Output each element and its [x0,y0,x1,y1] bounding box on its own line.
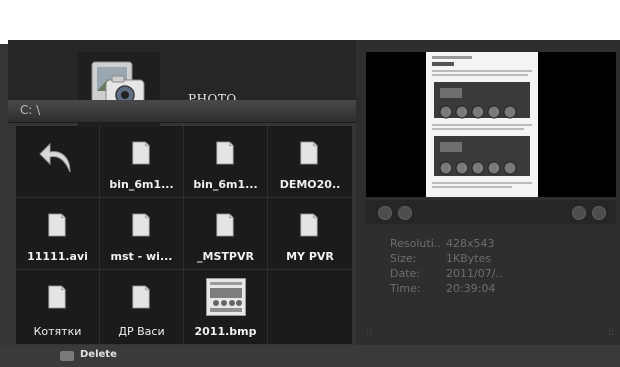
list-item[interactable]: bin_6m1... [100,126,184,198]
file-info: Resoluti.. 428x543 Size: 1KBytes Date: 2011… [390,236,502,296]
rewind-button[interactable] [398,206,412,220]
item-label: ДР Васи [118,325,165,338]
list-item[interactable]: mst - wi... [100,198,184,270]
time-label: Time: [390,282,421,295]
corner-marker-left: :: [366,328,373,338]
current-path: C: \ [20,103,41,117]
folder-icon [132,141,150,165]
date-label: Date: [390,267,420,280]
image-thumbnail-icon [207,279,245,315]
image-thumbnail [206,278,246,316]
item-label: bin_6m1... [109,178,174,191]
list-item[interactable]: Котятки [16,270,100,344]
size-value: 1KBytes [446,252,492,265]
delete-button[interactable]: Delete [80,349,117,360]
empty-cell [268,270,352,344]
folder-icon [132,213,150,237]
preview-document [426,52,538,197]
time-value: 20:39:04 [446,282,496,295]
corner-marker-right: :: [608,328,615,338]
prev-button[interactable] [378,206,392,220]
list-item[interactable]: 11111.avi [16,198,100,270]
top-banner [0,0,620,44]
folder-icon [48,285,66,309]
item-label: _MSTPVR [197,250,254,263]
resolution-value: 428x543 [446,237,495,250]
list-item[interactable]: bin_6m1... [184,126,268,198]
folder-icon [132,285,150,309]
item-label: mst - wi... [110,250,173,263]
media-browser-screen: PHOTO C: \ bin_6m1... bin_6m1... DEMO20.… [0,0,620,367]
list-item[interactable]: MY PVR [268,198,352,270]
folder-icon [300,213,318,237]
item-label: 11111.avi [27,250,88,263]
preview-image [366,52,616,197]
list-item[interactable]: DEMO20.. [268,126,352,198]
item-label: bin_6m1... [193,178,258,191]
resolution-label: Resoluti.. [390,237,441,250]
folder-icon [300,141,318,165]
preview-controls [366,200,616,224]
list-item[interactable]: _MSTPVR [184,198,268,270]
back-item[interactable] [16,126,100,198]
list-item[interactable]: ДР Васи [100,270,184,344]
delete-key-icon [60,351,74,361]
date-value: 2011/07/.. [446,267,503,280]
size-label: Size: [390,252,417,265]
item-label: 2011.bmp [194,325,257,338]
folder-icon [216,141,234,165]
folder-icon [48,213,66,237]
path-bar: C: \ [8,100,360,123]
back-arrow-icon [39,142,71,173]
item-label: DEMO20.. [279,178,341,191]
folder-icon [216,213,234,237]
file-grid: bin_6m1... bin_6m1... DEMO20.. 11111.avi [16,126,352,344]
forward-button[interactable] [572,206,586,220]
list-item[interactable]: 2011.bmp [184,270,268,344]
preview-panel: Resoluti.. 428x543 Size: 1KBytes Date: 2011… [356,40,620,345]
preview-document-content [432,56,532,188]
item-label: Котятки [33,325,82,338]
item-label: MY PVR [286,250,334,263]
bottom-bar: Delete [0,345,620,367]
next-button[interactable] [592,206,606,220]
